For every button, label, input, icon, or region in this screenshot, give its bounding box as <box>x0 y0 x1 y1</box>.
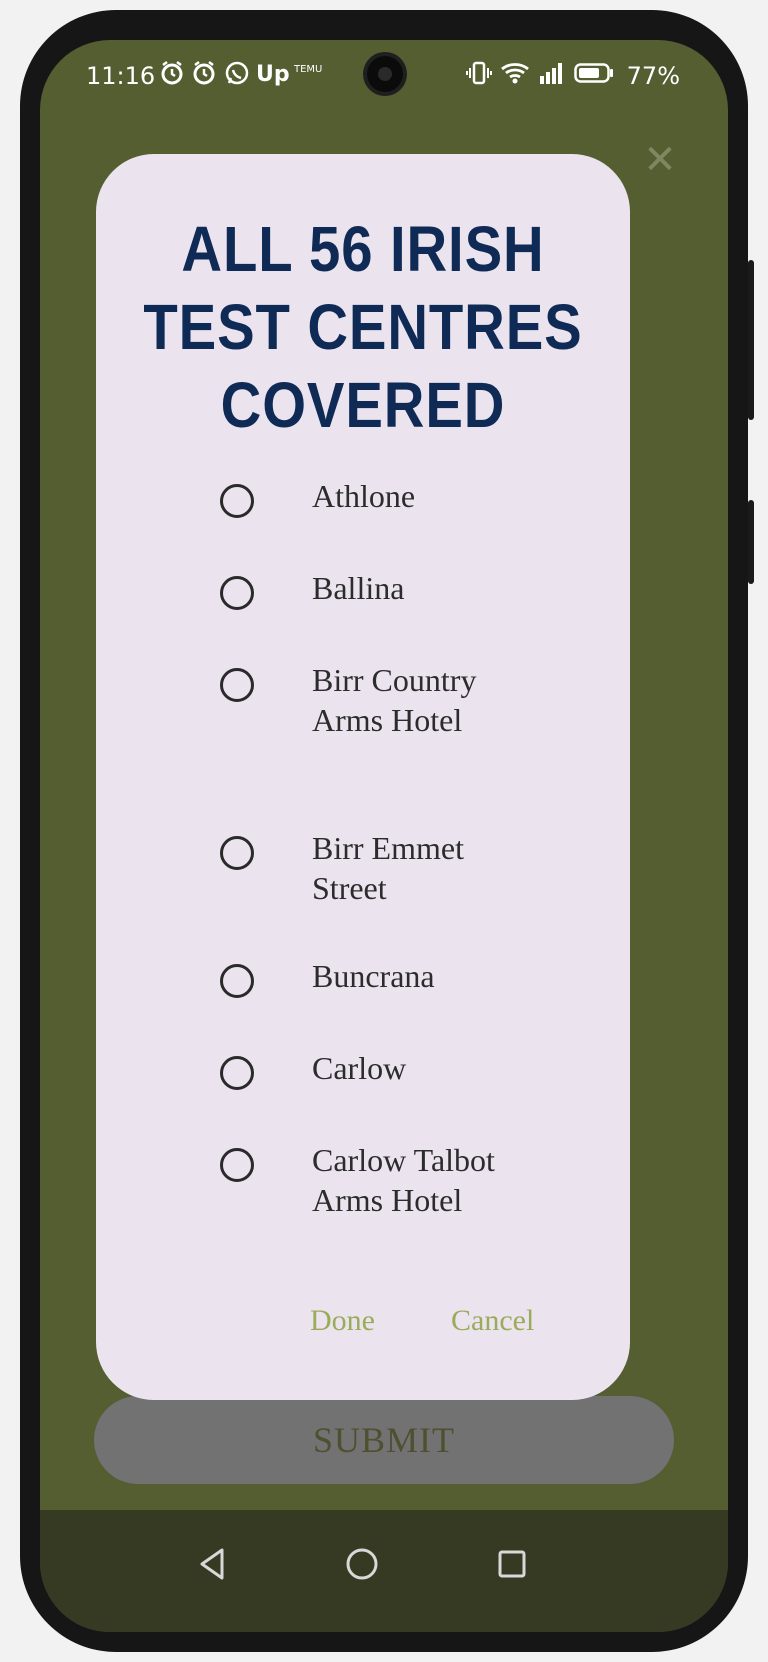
up-app-icon: Up <box>256 62 290 87</box>
done-button[interactable]: Done <box>310 1304 375 1338</box>
option-label: Birr Country Arms Hotel <box>312 662 477 738</box>
power-button <box>748 500 754 584</box>
radio-button[interactable] <box>220 668 254 702</box>
whatsapp-icon <box>224 60 250 95</box>
alarm-icon <box>192 60 216 95</box>
vibrate-icon <box>466 60 492 95</box>
home-icon[interactable] <box>342 1544 382 1584</box>
option-label: Carlow <box>312 1050 407 1086</box>
temu-icon: TEMU <box>294 64 323 75</box>
battery-percent: 77% <box>626 62 680 90</box>
option-label: Athlone <box>312 478 416 514</box>
front-camera <box>367 56 403 92</box>
volume-button <box>748 260 754 420</box>
option-label: Birr Emmet Street <box>312 830 464 906</box>
battery-icon <box>574 60 614 95</box>
status-time: 11:16 <box>86 62 156 90</box>
radio-button[interactable] <box>220 964 254 998</box>
recents-icon[interactable] <box>492 1544 532 1584</box>
back-icon[interactable] <box>194 1544 234 1584</box>
dialog-title: ALL 56 IRISH TEST CENTRES COVERED <box>143 213 583 441</box>
radio-button[interactable] <box>220 576 254 610</box>
phone-frame: 11:16 Up TEMU 77% ✕ SUBMIT ALL 56 IRISH … <box>20 10 748 1652</box>
alarm-icon <box>160 60 184 95</box>
radio-button[interactable] <box>220 484 254 518</box>
dialog-actions: Done Cancel <box>96 1304 630 1344</box>
radio-button[interactable] <box>220 1148 254 1182</box>
screen: 11:16 Up TEMU 77% ✕ SUBMIT ALL 56 IRISH … <box>40 40 728 1632</box>
radio-button[interactable] <box>220 1056 254 1090</box>
option-label: Buncrana <box>312 958 435 994</box>
test-centre-dialog: ALL 56 IRISH TEST CENTRES COVERED Athlon… <box>96 154 630 1400</box>
submit-button[interactable]: SUBMIT <box>94 1396 674 1484</box>
option-label: Carlow Talbot Arms Hotel <box>312 1142 495 1218</box>
signal-icon <box>538 60 566 95</box>
wifi-icon <box>500 60 530 95</box>
close-icon[interactable]: ✕ <box>640 140 680 180</box>
option-label: Ballina <box>312 570 405 606</box>
cancel-button[interactable]: Cancel <box>451 1304 534 1338</box>
navigation-bar <box>40 1510 728 1632</box>
radio-button[interactable] <box>220 836 254 870</box>
